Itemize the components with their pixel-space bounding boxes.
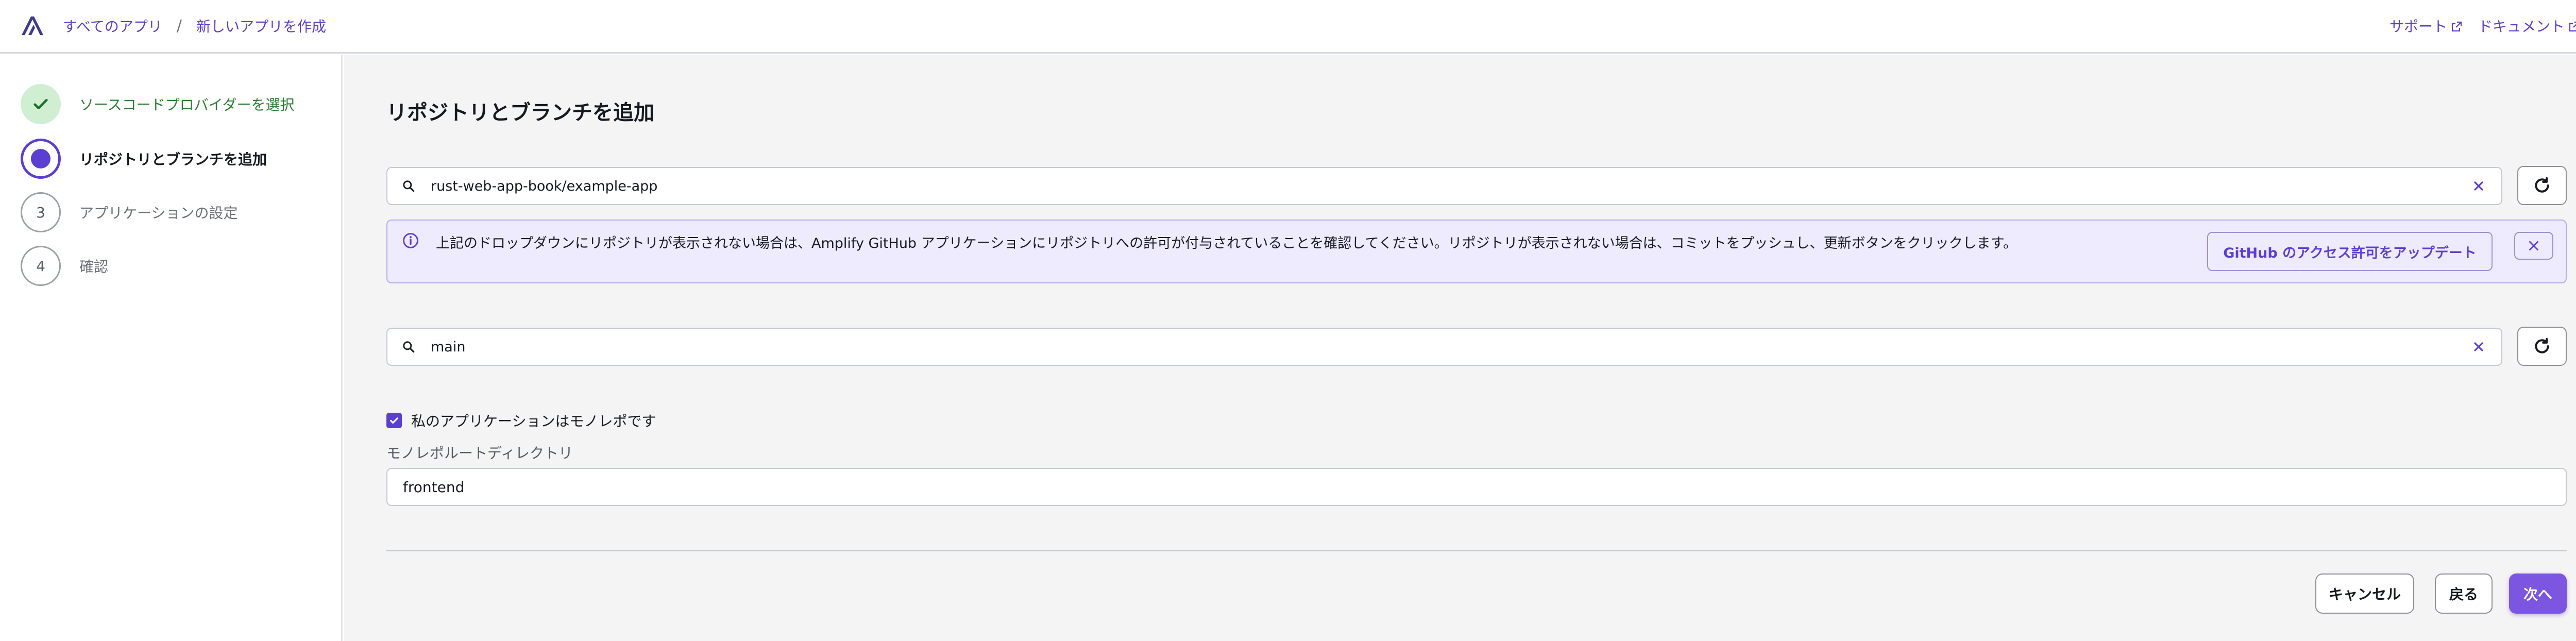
breadcrumb: すべてのアプリ / 新しいアプリを作成 (63, 15, 326, 36)
back-button[interactable]: 戻る (2435, 573, 2493, 614)
documentation-link[interactable]: ドキュメント (2478, 15, 2576, 36)
support-link-label: サポート (2389, 18, 2447, 35)
wizard-step-3: 3 アプリケーションの設定 (21, 192, 238, 233)
breadcrumb-new-app[interactable]: 新しいアプリを作成 (196, 15, 326, 36)
repository-permission-alert: 上記のドロップダウンにリポジトリが表示されない場合は、Amplify GitHu… (386, 220, 2567, 283)
clear-icon[interactable] (2471, 340, 2486, 354)
step-1-label: ソースコードプロバイダーを選択 (79, 96, 295, 113)
checkbox-check-icon (390, 417, 398, 424)
dismiss-alert-button[interactable] (2514, 232, 2553, 260)
step-number-3: 3 (21, 192, 61, 232)
refresh-icon (2535, 338, 2549, 353)
next-button[interactable]: 次へ (2509, 573, 2567, 614)
wizard-step-1[interactable]: ソースコードプロバイダーを選択 (21, 83, 294, 125)
info-icon (403, 233, 418, 248)
clear-icon[interactable] (2471, 179, 2486, 193)
support-link[interactable]: サポート (2389, 15, 2463, 36)
monorepo-checkbox-label: 私のアプリケーションはモノレポです (411, 413, 656, 430)
step-3-label: アプリケーションの設定 (79, 205, 238, 222)
amplify-logo-icon[interactable] (20, 12, 45, 38)
step-number-4: 4 (21, 246, 61, 286)
footer-divider (386, 550, 2567, 551)
page-title: リポジトリとブランチを追加 (386, 101, 654, 125)
step-active-indicator (21, 139, 61, 179)
monorepo-checkbox-row[interactable]: 私のアプリケーションはモノレポです (386, 410, 656, 431)
external-link-icon (2451, 21, 2462, 32)
wizard-step-4: 4 確認 (21, 245, 108, 286)
cancel-button[interactable]: キャンセル (2315, 573, 2414, 614)
breadcrumb-separator: / (176, 16, 182, 35)
external-link-icon (2569, 21, 2576, 32)
header-links: サポート ドキュメント (2389, 15, 2576, 36)
breadcrumb-all-apps[interactable]: すべてのアプリ (63, 15, 162, 36)
search-icon (403, 180, 415, 192)
alert-message: 上記のドロップダウンにリポジトリが表示されない場合は、Amplify GitHu… (436, 235, 2017, 251)
top-navigation-bar: すべてのアプリ / 新しいアプリを作成 サポート ドキュメント (0, 0, 2576, 54)
wizard-step-2[interactable]: リポジトリとブランチを追加 (21, 138, 267, 179)
main-content: リポジトリとブランチを追加 rust-web-app-book/example-… (344, 55, 2576, 641)
branch-value: main (431, 339, 466, 355)
update-github-permissions-button[interactable]: GitHub のアクセス許可をアップデート (2207, 232, 2493, 271)
refresh-branches-button[interactable] (2517, 327, 2567, 366)
step-4-label: 確認 (79, 258, 109, 275)
branch-select[interactable]: main (386, 328, 2502, 366)
monorepo-root-input[interactable]: frontend (386, 468, 2567, 506)
refresh-icon (2535, 177, 2549, 193)
monorepo-root-label: モノレポルートディレクトリ (386, 445, 573, 462)
documentation-link-label: ドキュメント (2478, 18, 2565, 35)
search-icon (403, 341, 415, 353)
check-icon (33, 98, 48, 110)
step-2-label: リポジトリとブランチを追加 (79, 151, 267, 168)
repository-value: rust-web-app-book/example-app (431, 178, 658, 194)
wizard-steps-sidebar: ソースコードプロバイダーを選択 リポジトリとブランチを追加 3 アプリケーション… (0, 55, 343, 641)
monorepo-checkbox[interactable] (386, 413, 402, 428)
repository-select[interactable]: rust-web-app-book/example-app (386, 167, 2502, 205)
step-done-indicator (21, 84, 61, 124)
refresh-repositories-button[interactable] (2517, 166, 2567, 205)
close-icon (2529, 241, 2538, 250)
